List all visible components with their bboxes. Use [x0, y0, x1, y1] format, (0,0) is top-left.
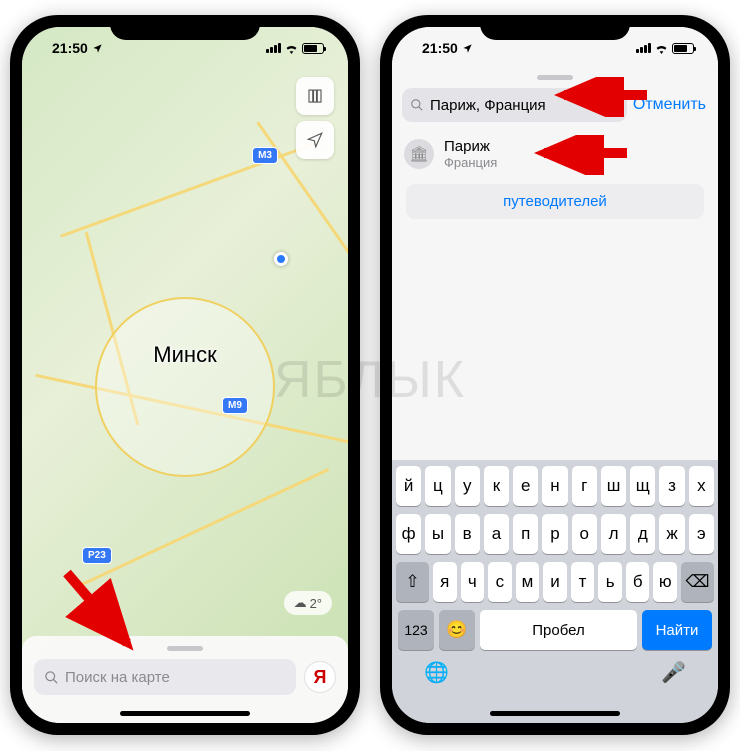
- account-button[interactable]: Я: [304, 661, 336, 693]
- location-services-icon: [462, 43, 473, 54]
- city-label: Минск: [153, 342, 216, 368]
- key-ц[interactable]: ц: [425, 466, 450, 506]
- result-subtitle: Франция: [444, 155, 497, 170]
- key-д[interactable]: д: [630, 514, 655, 554]
- key-х[interactable]: х: [689, 466, 714, 506]
- route-badge-m9: M9: [222, 397, 248, 414]
- key-щ[interactable]: щ: [630, 466, 655, 506]
- key-и[interactable]: и: [543, 562, 567, 602]
- key-т[interactable]: т: [571, 562, 595, 602]
- cell-signal-icon: [266, 43, 281, 53]
- numeric-key[interactable]: 123: [398, 610, 434, 650]
- dictation-key[interactable]: 🎤: [661, 660, 686, 685]
- key-й[interactable]: й: [396, 466, 421, 506]
- search-icon: [410, 98, 424, 112]
- phone-left: Минск M3 M9 P23 21:50: [10, 15, 360, 735]
- sheet-grabber[interactable]: [167, 646, 203, 651]
- key-м[interactable]: м: [516, 562, 540, 602]
- key-п[interactable]: п: [513, 514, 538, 554]
- key-з[interactable]: з: [659, 466, 684, 506]
- key-ш[interactable]: ш: [601, 466, 626, 506]
- key-ф[interactable]: ф: [396, 514, 421, 554]
- backspace-key[interactable]: ⌫: [681, 562, 714, 602]
- search-icon: [44, 670, 59, 685]
- key-е[interactable]: е: [513, 466, 538, 506]
- map-ring-road: [95, 297, 275, 477]
- cloud-icon: ☁: [294, 595, 307, 611]
- location-services-icon: [92, 43, 103, 54]
- notch: [480, 15, 630, 40]
- emoji-key[interactable]: 😊: [439, 610, 475, 650]
- key-л[interactable]: л: [601, 514, 626, 554]
- key-к[interactable]: к: [484, 466, 509, 506]
- route-badge-p23: P23: [82, 547, 112, 564]
- screen-right: 21:50 Париж, Франция ✕ Отме: [392, 27, 718, 723]
- key-э[interactable]: э: [689, 514, 714, 554]
- keyboard-search-key[interactable]: Найти: [642, 610, 712, 650]
- battery-icon: [672, 43, 694, 54]
- key-ь[interactable]: ь: [598, 562, 622, 602]
- user-location-dot: [274, 252, 288, 266]
- key-а[interactable]: а: [484, 514, 509, 554]
- weather-badge[interactable]: ☁ 2°: [284, 591, 332, 615]
- search-sheet[interactable]: Поиск на карте Я: [22, 636, 348, 723]
- key-о[interactable]: о: [572, 514, 597, 554]
- search-placeholder: Поиск на карте: [65, 669, 170, 686]
- screen-left: Минск M3 M9 P23 21:50: [22, 27, 348, 723]
- key-с[interactable]: с: [488, 562, 512, 602]
- location-arrow-icon: [306, 131, 324, 149]
- key-ы[interactable]: ы: [425, 514, 450, 554]
- shift-key[interactable]: ⇧: [396, 562, 429, 602]
- map-search-field[interactable]: Поиск на карте: [34, 659, 296, 695]
- landmark-icon: 🏛: [404, 139, 434, 169]
- key-р[interactable]: р: [542, 514, 567, 554]
- search-result-row[interactable]: 🏛 Париж Франция: [402, 132, 708, 176]
- cell-signal-icon: [636, 43, 651, 53]
- key-у[interactable]: у: [455, 466, 480, 506]
- globe-key[interactable]: 🌐: [424, 660, 449, 685]
- space-key[interactable]: Пробел: [480, 610, 637, 650]
- map-layers-icon: [306, 87, 324, 105]
- weather-temp: 2°: [310, 596, 322, 611]
- key-ю[interactable]: ю: [653, 562, 677, 602]
- locate-me-button[interactable]: [296, 121, 334, 159]
- guides-button[interactable]: путеводителей: [406, 184, 704, 219]
- key-я[interactable]: я: [433, 562, 457, 602]
- clear-search-button[interactable]: ✕: [601, 96, 619, 114]
- home-indicator[interactable]: [490, 711, 620, 716]
- cancel-button[interactable]: Отменить: [631, 96, 708, 114]
- key-в[interactable]: в: [455, 514, 480, 554]
- search-value: Париж, Франция: [430, 97, 546, 114]
- phone-right: 21:50 Париж, Франция ✕ Отме: [380, 15, 730, 735]
- route-badge-m3: M3: [252, 147, 278, 164]
- map-mode-button[interactable]: [296, 77, 334, 115]
- key-ч[interactable]: ч: [461, 562, 485, 602]
- key-г[interactable]: г: [572, 466, 597, 506]
- result-title: Париж: [444, 138, 497, 155]
- notch: [110, 15, 260, 40]
- sheet-grabber[interactable]: [537, 75, 573, 80]
- wifi-icon: [654, 43, 669, 54]
- key-б[interactable]: б: [626, 562, 650, 602]
- search-results-sheet: Париж, Франция ✕ Отменить 🏛 Париж Франци…: [392, 69, 718, 229]
- status-time: 21:50: [52, 40, 88, 56]
- battery-icon: [302, 43, 324, 54]
- wifi-icon: [284, 43, 299, 54]
- key-н[interactable]: н: [542, 466, 567, 506]
- status-time: 21:50: [422, 40, 458, 56]
- keyboard: йцукенгшщзх фывапролджэ ⇧ ячсмитьбю⌫ 123…: [392, 460, 718, 723]
- search-input[interactable]: Париж, Франция ✕: [402, 88, 627, 122]
- key-ж[interactable]: ж: [659, 514, 684, 554]
- home-indicator[interactable]: [120, 711, 250, 716]
